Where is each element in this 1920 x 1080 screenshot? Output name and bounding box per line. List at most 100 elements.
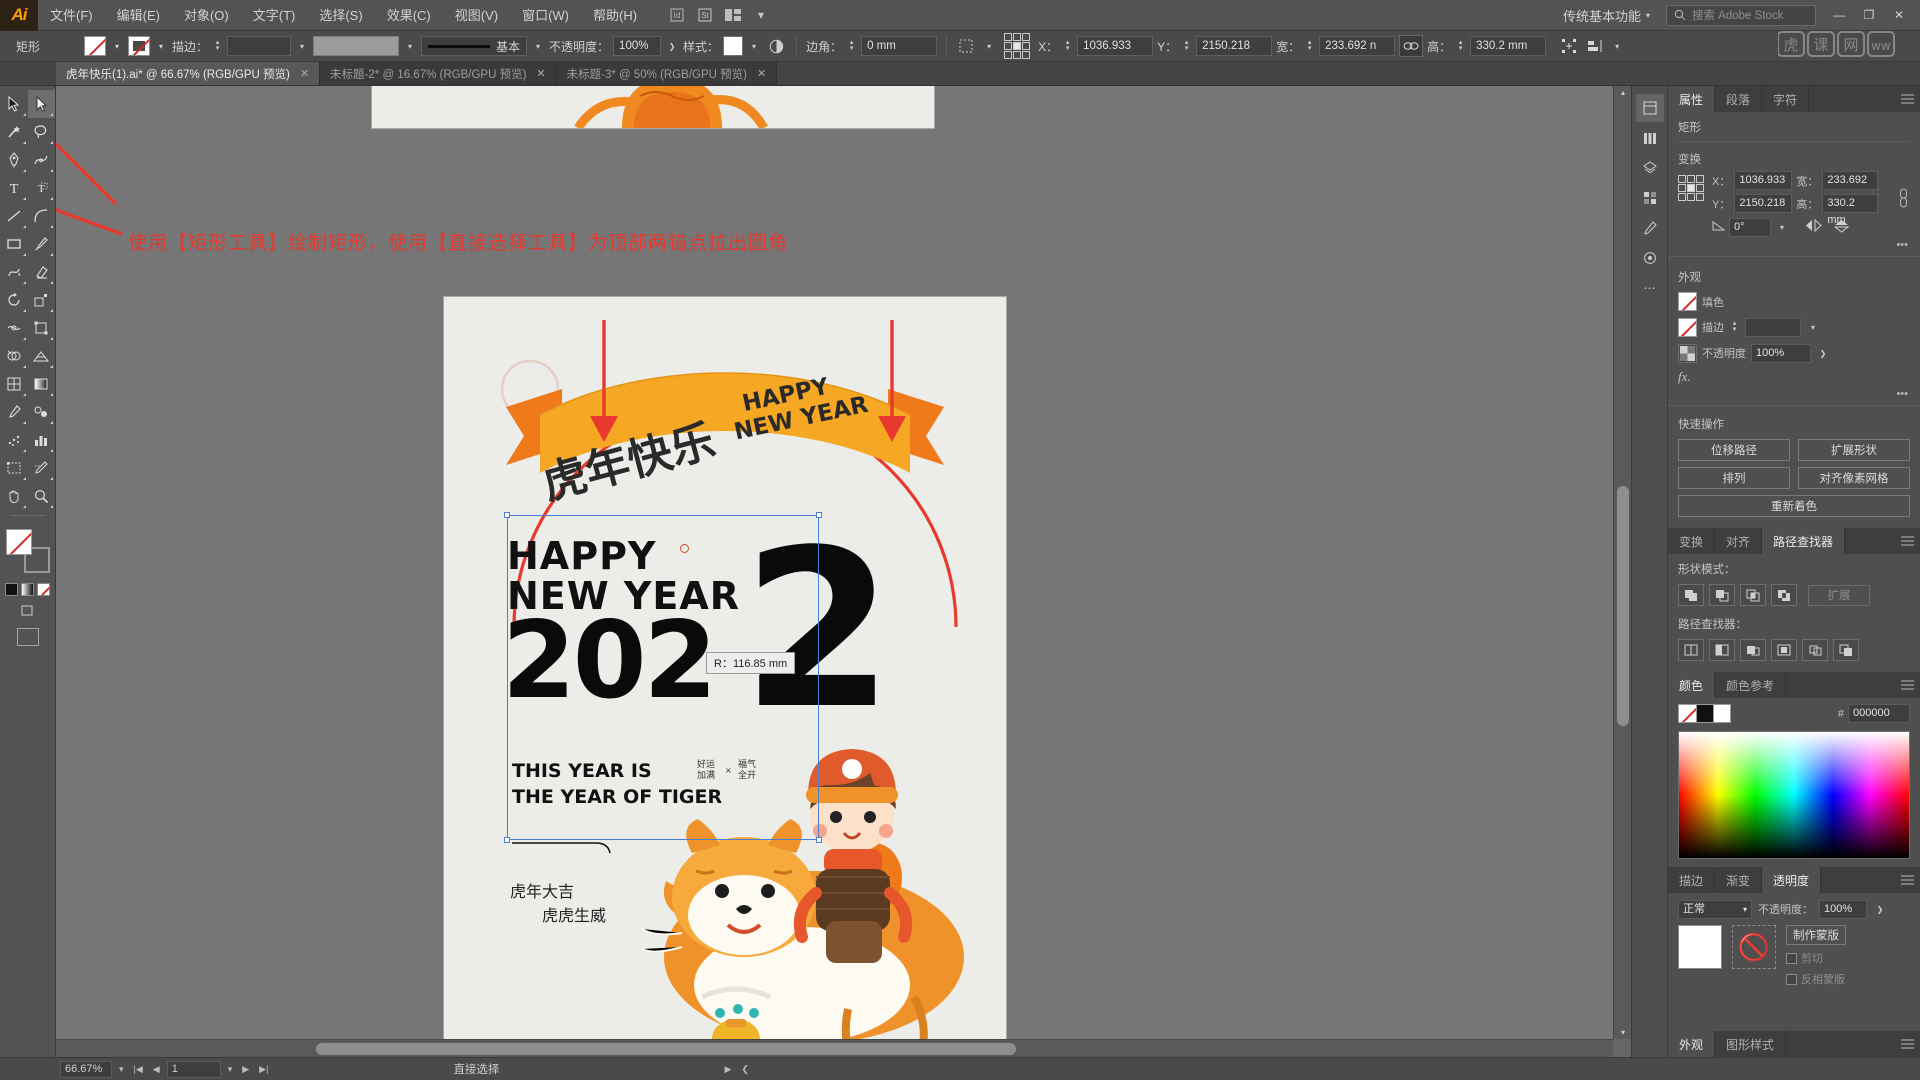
opacity-field[interactable]: 100%	[613, 36, 662, 56]
stroke-color-swatch[interactable]	[128, 36, 150, 56]
artboard-chevron-down-icon[interactable]: ▾	[225, 1064, 236, 1075]
menu-object[interactable]: 对象(O)	[172, 0, 241, 31]
intersect-icon[interactable]	[1740, 584, 1766, 606]
menu-help[interactable]: 帮助(H)	[581, 0, 649, 31]
pen-tool[interactable]	[0, 146, 28, 174]
angle-chevron-down-icon[interactable]: ▾	[1775, 217, 1789, 237]
divide-icon[interactable]	[1678, 639, 1704, 661]
lasso-tool[interactable]	[28, 118, 56, 146]
document-tab-3-close-icon[interactable]: ✕	[757, 67, 766, 80]
properties-opacity-more-icon[interactable]: ❯	[1816, 343, 1830, 363]
color-black-swatch[interactable]	[1697, 704, 1714, 723]
indesign-bridge-icon[interactable]: Id	[663, 3, 691, 27]
tab-properties[interactable]: 属性	[1668, 86, 1716, 112]
magic-wand-tool[interactable]	[0, 118, 28, 146]
anchor-point-bottom-right[interactable]	[816, 837, 822, 843]
arc-tool[interactable]	[28, 202, 56, 230]
anchor-point-top-right[interactable]	[816, 512, 822, 518]
perspective-grid-tool[interactable]	[28, 342, 56, 370]
stock-icon[interactable]: St	[691, 3, 719, 27]
canvas-horizontal-scroll-thumb[interactable]	[316, 1043, 1016, 1055]
hand-tool[interactable]	[0, 482, 28, 510]
width-field[interactable]: 233.692 n	[1319, 36, 1396, 56]
fill-indicator-swatch[interactable]	[5, 529, 32, 555]
canvas-vertical-scroll-thumb[interactable]	[1617, 486, 1629, 726]
align-icon[interactable]	[1584, 35, 1606, 57]
outline-icon[interactable]	[1802, 639, 1828, 661]
type-tool[interactable]: T	[0, 174, 28, 202]
normal-drawing-mode-icon[interactable]	[18, 602, 38, 620]
stroke-variable-width-field[interactable]	[313, 36, 400, 56]
tab-character[interactable]: 字符	[1762, 86, 1810, 112]
arrange-button[interactable]: 排列	[1678, 467, 1790, 489]
artboard-main[interactable]: 虎年快乐 HAPPY NEW YEAR HAPPY NEW YEAR 202 2	[444, 297, 1006, 1039]
canvas-vertical-scrollbar[interactable]: ▴ ▾	[1613, 86, 1631, 1039]
properties-fill-swatch[interactable]	[1678, 292, 1697, 311]
fill-chevron-down-icon[interactable]: ▾	[110, 36, 124, 56]
stroke-weight-field[interactable]	[227, 36, 292, 56]
style-chevron-down-icon[interactable]: ▾	[747, 36, 761, 56]
canvas-horizontal-scrollbar[interactable]	[56, 1039, 1613, 1057]
stock-search-box[interactable]: 搜索 Adobe Stock	[1666, 4, 1816, 26]
properties-x-field[interactable]: 1036.933	[1734, 171, 1793, 190]
unite-icon[interactable]	[1678, 584, 1704, 606]
properties-y-field[interactable]: 2150.218	[1734, 194, 1793, 213]
selection-tool[interactable]	[0, 90, 28, 118]
tab-graphic-styles[interactable]: 图形样式	[1715, 1031, 1787, 1057]
color-spectrum[interactable]	[1678, 731, 1910, 859]
panel-menu-icon[interactable]	[1809, 86, 1920, 112]
menu-select[interactable]: 选择(S)	[307, 0, 374, 31]
menu-view[interactable]: 视图(V)	[443, 0, 510, 31]
curvature-tool[interactable]	[28, 146, 56, 174]
properties-stroke-weight-field[interactable]	[1745, 317, 1801, 337]
hex-field[interactable]: 000000	[1848, 704, 1910, 723]
fx-icon[interactable]: fx.	[1678, 369, 1691, 385]
opacity-mask-icon[interactable]	[765, 35, 787, 57]
y-stepper[interactable]: ▴ ▾	[1181, 36, 1192, 56]
color-fill-swatch[interactable]	[1678, 704, 1697, 723]
variable-width-chevron-icon[interactable]: ▾	[403, 36, 417, 56]
properties-opacity-field[interactable]: 100%	[1751, 343, 1811, 363]
offset-path-button[interactable]: 位移路径	[1678, 439, 1790, 461]
slice-tool[interactable]	[28, 454, 56, 482]
properties-stroke-swatch[interactable]	[1678, 317, 1697, 337]
flip-horizontal-icon[interactable]	[1805, 218, 1822, 235]
gradient-tool[interactable]	[28, 370, 56, 398]
stroke-weight-stepper[interactable]: ▴ ▾	[212, 36, 223, 56]
none-swatch[interactable]	[37, 583, 50, 596]
canvas-scroll-region[interactable]: 虎年快乐 HAPPY NEW YEAR HAPPY NEW YEAR 202 2	[56, 86, 1613, 1039]
corner-radius-field[interactable]: 0 mm	[861, 36, 938, 56]
status-resize-icon[interactable]: ❮	[738, 1064, 752, 1075]
invert-mask-checkbox[interactable]	[1786, 973, 1797, 985]
next-artboard-icon[interactable]: ▶	[239, 1064, 252, 1075]
trim-icon[interactable]	[1709, 639, 1735, 661]
zoom-tool[interactable]	[28, 482, 56, 510]
last-artboard-icon[interactable]: ▶|	[256, 1064, 271, 1075]
workspace-switcher[interactable]: 传统基本功能 ▾	[1555, 6, 1658, 25]
height-stepper[interactable]: ▴ ▾	[1455, 36, 1466, 56]
rail-swatches-icon[interactable]	[1636, 184, 1664, 212]
expand-button[interactable]: 扩展	[1808, 584, 1870, 606]
line-segment-tool[interactable]	[0, 202, 28, 230]
scroll-down-icon[interactable]: ▾	[1614, 1028, 1631, 1037]
x-stepper[interactable]: ▴ ▾	[1062, 36, 1073, 56]
shaper-tool[interactable]	[0, 258, 28, 286]
selection-shape-chevron-icon[interactable]: ▾	[982, 36, 996, 56]
anchor-point-top-left[interactable]	[504, 512, 510, 518]
document-tab-1[interactable]: 虎年快乐(1).ai* @ 66.67% (RGB/GPU 预览) ✕	[56, 62, 321, 85]
x-field[interactable]: 1036.933	[1077, 36, 1154, 56]
expand-shape-button[interactable]: 扩展形状	[1798, 439, 1910, 461]
rail-properties-icon[interactable]	[1635, 94, 1664, 122]
prev-artboard-icon[interactable]: ◀	[150, 1064, 163, 1075]
blend-mode-select[interactable]: 正常 ▾	[1678, 899, 1752, 919]
lock-aspect-ratio-icon[interactable]	[1399, 35, 1424, 57]
stroke-profile-chevron-down-icon[interactable]: ▾	[531, 36, 545, 56]
fill-color-swatch[interactable]	[84, 36, 106, 56]
scale-tool[interactable]	[28, 286, 56, 314]
menu-file[interactable]: 文件(F)	[38, 0, 105, 31]
rail-more-icon[interactable]: ⋯	[1636, 274, 1664, 302]
document-tab-2[interactable]: 未标题-2* @ 16.67% (RGB/GPU 预览) ✕	[320, 62, 557, 85]
fill-stroke-indicator[interactable]	[5, 529, 50, 573]
paintbrush-tool[interactable]	[28, 230, 56, 258]
properties-reference-point[interactable]	[1678, 175, 1704, 201]
